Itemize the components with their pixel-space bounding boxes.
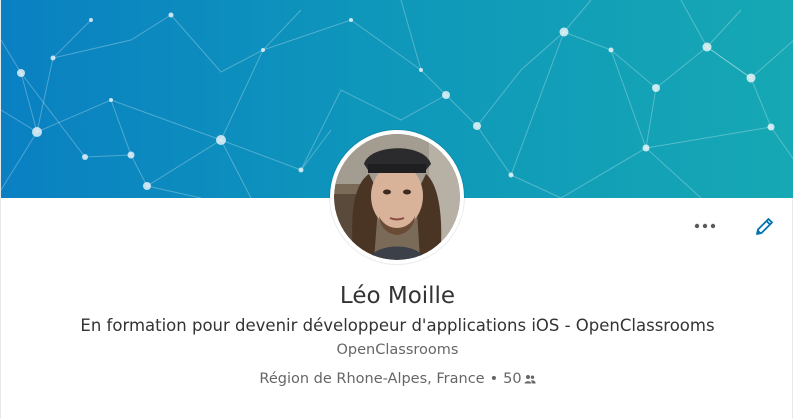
current-company-link[interactable]: OpenClassrooms <box>1 339 793 361</box>
profile-photo-image <box>334 134 460 260</box>
ellipsis-icon <box>694 223 716 229</box>
profile-photo[interactable] <box>330 130 464 264</box>
pencil-icon <box>756 218 773 235</box>
connections-count[interactable]: 50 <box>503 371 521 387</box>
location-connections-row: Région de Rhone-Alpes, France • 50 <box>1 368 793 390</box>
profile-location: Région de Rhone-Alpes, France <box>259 371 485 387</box>
profile-name: Léo Moille <box>339 283 456 309</box>
more-actions-button[interactable] <box>691 214 719 238</box>
people-icon <box>524 375 536 384</box>
profile-card: Léo Moille En formation pour devenir dév… <box>0 0 793 418</box>
edit-profile-button[interactable] <box>751 214 777 240</box>
separator-dot: • <box>489 371 499 387</box>
profile-headline: En formation pour devenir développeur d'… <box>80 316 715 335</box>
